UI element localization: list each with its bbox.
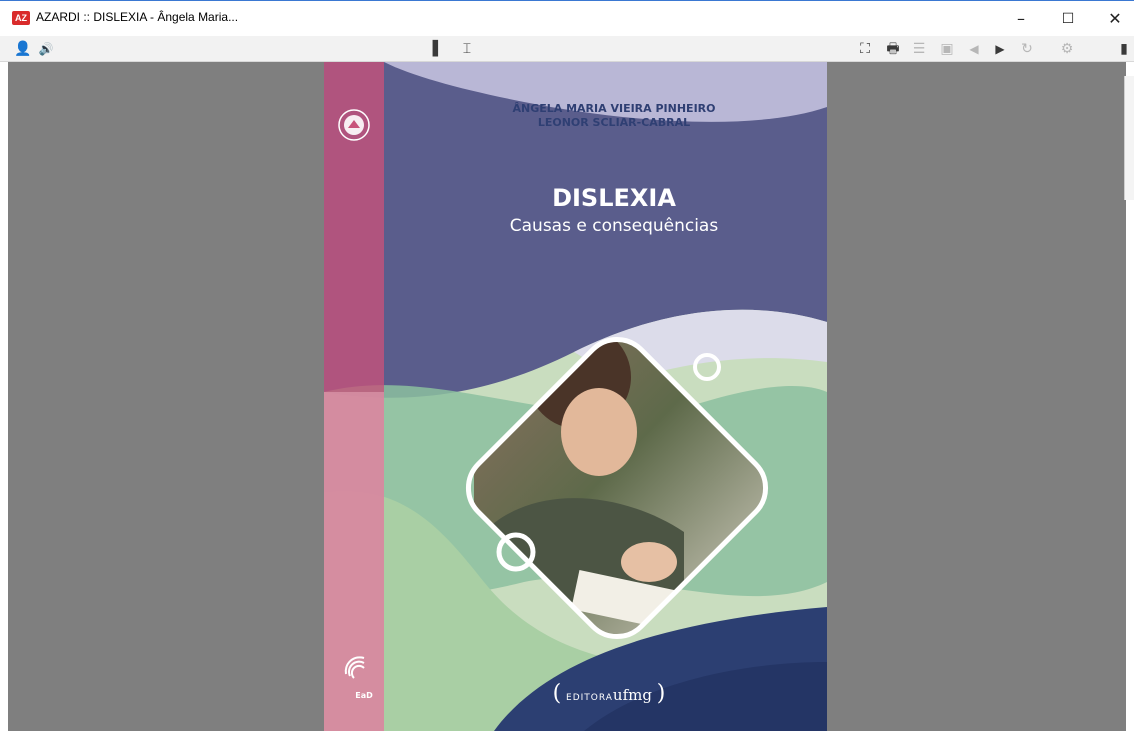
azardi-app-icon: AZ	[12, 11, 30, 25]
next-page-icon[interactable]: ▶	[992, 40, 1008, 58]
window-title: AZARDI :: DISLEXIA - Ângela Maria...	[36, 10, 239, 24]
publisher-prefix: EDITORA	[566, 693, 613, 703]
minimize-button[interactable]: –	[1006, 7, 1036, 31]
publisher-logo: ( EDITORAufmg )	[552, 681, 666, 706]
cover-artwork	[324, 62, 827, 731]
print-icon[interactable]: 🖶	[884, 40, 902, 58]
settings-icon[interactable]: ⚙	[1058, 40, 1076, 58]
maximize-button[interactable]: ☐	[1053, 7, 1083, 31]
close-button[interactable]: ✕	[1100, 7, 1130, 31]
author-2: LEONOR SCLIAR-CABRAL	[537, 116, 691, 129]
viewer-left-margin	[0, 62, 8, 731]
image-icon[interactable]: ▣	[938, 40, 956, 58]
window-titlebar: AZ AZARDI :: DISLEXIA - Ângela Maria... …	[0, 0, 1134, 36]
toc-icon[interactable]: ☰	[910, 40, 928, 58]
book-subtitle: Causas e consequências	[509, 216, 719, 236]
author-1: ÂNGELA MARIA VIEIRA PINHEIRO	[512, 102, 716, 115]
spine-lower-tint	[324, 392, 384, 731]
ead-label: EaD	[355, 691, 373, 700]
layout-icon[interactable]: ▌	[430, 40, 446, 58]
cover-authors: ÂNGELA MARIA VIEIRA PINHEIRO LEONOR SCLI…	[444, 102, 784, 130]
previous-page-icon[interactable]: ◀	[966, 40, 982, 58]
library-icon[interactable]: ▮	[1116, 40, 1132, 58]
reader-toolbar: 👤 🔊 ▌ ⌶ ⛶ 🖶 ☰ ▣ ◀ ▶ ↻ ⚙ ▮	[0, 36, 1134, 62]
fullscreen-icon[interactable]: ⛶	[856, 40, 874, 58]
book-cover: ÂNGELA MARIA VIEIRA PINHEIRO LEONOR SCLI…	[324, 62, 827, 731]
user-icon[interactable]: 👤	[14, 40, 31, 58]
reader-viewport[interactable]: ÂNGELA MARIA VIEIRA PINHEIRO LEONOR SCLI…	[8, 62, 1126, 731]
speaker-icon[interactable]: 🔊	[38, 40, 54, 58]
side-panel-handle[interactable]	[1124, 76, 1134, 200]
refresh-icon[interactable]: ↻	[1018, 40, 1036, 58]
text-width-icon[interactable]: ⌶	[458, 40, 476, 58]
publisher-name: ufmg	[612, 686, 652, 704]
book-title: DISLEXIA	[552, 184, 676, 212]
